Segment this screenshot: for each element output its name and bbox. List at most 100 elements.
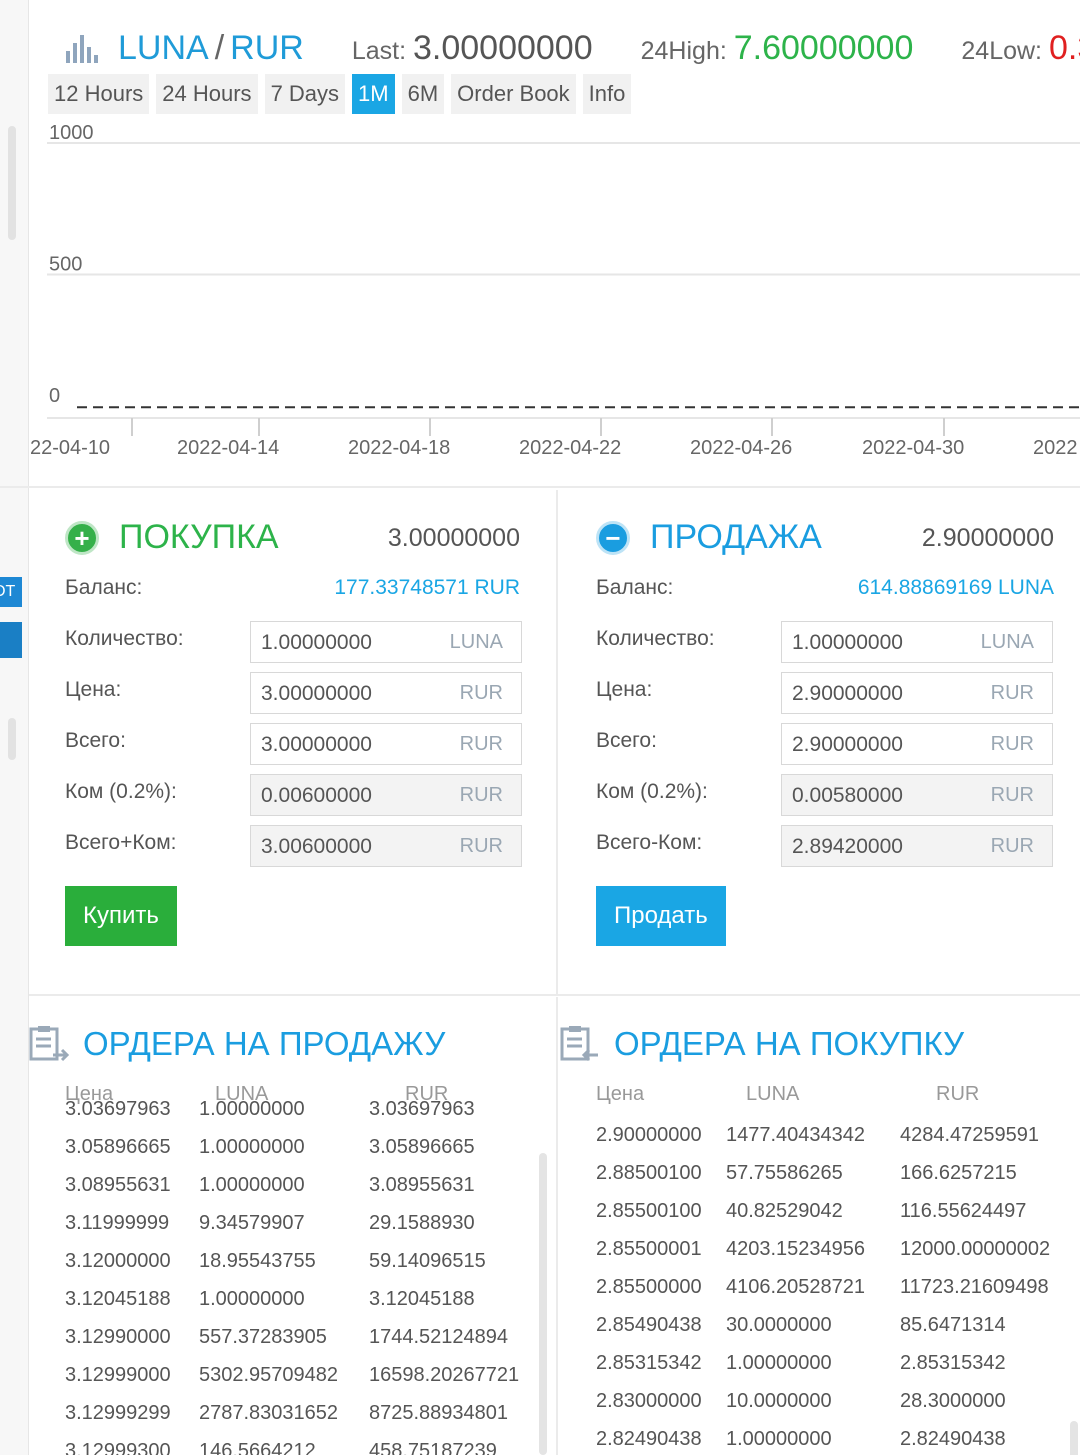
tab-7-days[interactable]: 7 Days — [264, 74, 346, 114]
order-row[interactable]: 3.11999999 9.34579907 29.1588930 — [65, 1205, 545, 1243]
sell-fee-value: 0.00580000 — [792, 784, 903, 807]
order-total: 1744.52124894 — [369, 1326, 509, 1348]
tab-order-book[interactable]: Order Book — [451, 74, 576, 114]
sell-price-unit: RUR — [990, 682, 1034, 704]
last-value: 3.00000000 — [412, 28, 593, 67]
x-tick-label: 2022-04-30 — [862, 437, 964, 459]
order-total: 8725.88934801 — [369, 1402, 509, 1424]
order-row[interactable]: 3.12999000 5302.95709482 16598.20267721 — [65, 1357, 545, 1395]
order-row[interactable]: 3.12990000 557.37283905 1744.52124894 — [65, 1319, 545, 1357]
order-row[interactable]: 2.85490438 30.0000000 85.6471314 — [596, 1307, 1076, 1345]
sell-orders-title-text: ОРДЕРА НА ПРОДАЖУ — [83, 1025, 446, 1062]
buy-fee-row: Ком (0.2%): 0.00600000 RUR — [65, 774, 523, 816]
order-row[interactable]: 3.03697963 1.00000000 3.03697963 — [65, 1091, 545, 1129]
buy-total-input[interactable]: 3.00000000 RUR — [250, 723, 522, 765]
buy-price[interactable]: 3.00000000 — [388, 524, 520, 553]
buy-total-fee-row: Всего+Ком: 3.00600000 RUR — [65, 825, 523, 867]
sell-balance-value[interactable]: 614.88869169 LUNA — [858, 576, 1054, 600]
tab-24-hours[interactable]: 24 Hours — [156, 74, 258, 114]
order-row[interactable]: 2.85500001 4203.15234956 12000.00000002 — [596, 1231, 1076, 1269]
sell-amount-input[interactable]: 1.00000000 LUNA — [781, 621, 1053, 663]
tab-info[interactable]: Info — [582, 74, 632, 114]
buy-orders-title-text: ОРДЕРА НА ПОКУПКУ — [614, 1025, 965, 1062]
sell-total-input[interactable]: 2.90000000 RUR — [781, 723, 1053, 765]
buy-balance-value[interactable]: 177.33748571 RUR — [334, 576, 520, 600]
order-row[interactable]: 3.12999300 146.5664212 458.75187239 — [65, 1433, 545, 1455]
order-row[interactable]: 3.05896665 1.00000000 3.05896665 — [65, 1129, 545, 1167]
sell-amount-value: 1.00000000 — [792, 631, 903, 654]
x-tick-label: 2022-04-22 — [519, 437, 621, 459]
chart-divider — [0, 486, 1080, 488]
low-label: 24Low: — [961, 36, 1043, 65]
order-row[interactable]: 2.82490438 1.00000000 2.82490438 — [596, 1421, 1076, 1455]
sell-total-fee-row: Всего-Ком: 2.89420000 RUR — [596, 825, 1054, 867]
order-row[interactable]: 2.85500100 40.82529042 116.55624497 — [596, 1193, 1076, 1231]
buy-price-input[interactable]: 3.00000000 RUR — [250, 672, 522, 714]
buy-price-unit: RUR — [459, 682, 503, 704]
order-price: 3.12999300 — [65, 1440, 171, 1455]
order-row[interactable]: 2.83000000 10.0000000 28.3000000 — [596, 1383, 1076, 1421]
bids-col-rur: RUR — [936, 1083, 980, 1105]
sell-price-value: 2.90000000 — [792, 682, 903, 705]
pair-base: LUNA — [118, 28, 209, 67]
x-tick-label: 2022 — [1033, 437, 1078, 459]
price-chart-svg: 1000 500 0 22-04-10 2022-04-14 2022-04-18 2022… — [30, 122, 1080, 459]
sell-price[interactable]: 2.90000000 — [922, 524, 1054, 553]
order-total: 28.3000000 — [900, 1390, 1006, 1412]
order-amount: 146.5664212 — [199, 1440, 316, 1455]
order-row[interactable]: 3.08955631 1.00000000 3.08955631 — [65, 1167, 545, 1205]
buy-total-fee-label: Всего+Ком: — [65, 831, 177, 854]
order-total: 16598.20267721 — [369, 1364, 520, 1386]
sell-balance-label: Баланс: — [596, 576, 674, 599]
order-row[interactable]: 3.12999299 2787.83031652 8725.88934801 — [65, 1395, 545, 1433]
order-total: 59.14096515 — [369, 1250, 486, 1272]
order-row[interactable]: 2.85315342 1.00000000 2.85315342 — [596, 1345, 1076, 1383]
order-price: 2.85500000 — [596, 1276, 702, 1298]
order-row[interactable]: 3.12000000 18.95543755 59.14096515 — [65, 1243, 545, 1281]
price-chart[interactable]: 1000 500 0 22-04-10 2022-04-14 2022-04-18 2022… — [29, 118, 1080, 488]
tab-6m[interactable]: 6M — [401, 74, 445, 114]
buy-title-text: ПОКУПКА — [119, 518, 279, 556]
asks-scrollbar[interactable] — [539, 1153, 547, 1455]
left-scrollbar[interactable] — [8, 126, 16, 240]
sell-button[interactable]: Продать — [596, 886, 726, 946]
order-price: 3.12999299 — [65, 1402, 171, 1424]
sell-price-label: Цена: — [596, 678, 653, 701]
buy-orders: ОРДЕРА НА ПОКУПКУ Цена LUNA RUR 2.900000… — [560, 997, 1080, 1455]
order-row[interactable]: 2.88500100 57.75586265 166.6257215 — [596, 1155, 1076, 1193]
order-price: 3.12000000 — [65, 1250, 171, 1272]
sell-price-input[interactable]: 2.90000000 RUR — [781, 672, 1053, 714]
buy-amount-input[interactable]: 1.00000000 LUNA — [250, 621, 522, 663]
buy-amount-unit: LUNA — [449, 631, 503, 653]
buy-total-fee-field: 3.00600000 RUR — [250, 825, 522, 867]
order-price: 2.85500100 — [596, 1200, 702, 1222]
order-price: 3.03697963 — [65, 1098, 171, 1120]
order-price: 2.83000000 — [596, 1390, 702, 1412]
side-tab-dt[interactable]: DT — [0, 577, 22, 607]
left-scrollbar-lower[interactable] — [8, 718, 16, 760]
buy-button[interactable]: Купить — [65, 886, 177, 946]
order-row[interactable]: 3.12045188 1.00000000 3.12045188 — [65, 1281, 545, 1319]
order-row[interactable]: 2.90000000 1477.40434342 4284.47259591 — [596, 1117, 1076, 1155]
market-header: LUNA / RUR Last: 3.00000000 24High: 7.6000… — [66, 26, 1080, 70]
side-tab-button[interactable] — [0, 622, 22, 658]
bids-scrollbar[interactable] — [1070, 1421, 1078, 1455]
minus-circle-icon: − — [596, 520, 630, 555]
pair-quote: RUR — [230, 28, 304, 67]
sell-orders-title: ОРДЕРА НА ПРОДАЖУ — [29, 1025, 445, 1063]
sell-total-fee-value: 2.89420000 — [792, 835, 903, 858]
order-total: 4284.47259591 — [900, 1124, 1040, 1146]
pair-name[interactable]: LUNA / RUR — [118, 29, 304, 68]
buy-fee-value: 0.00600000 — [261, 784, 372, 807]
tab-1m[interactable]: 1M — [352, 74, 395, 114]
order-price: 3.08955631 — [65, 1174, 171, 1196]
order-amount: 30.0000000 — [726, 1314, 832, 1336]
sell-total-fee-field: 2.89420000 RUR — [781, 825, 1053, 867]
tab-12-hours[interactable]: 12 Hours — [48, 74, 150, 114]
bids-col-price: Цена — [596, 1083, 645, 1105]
last-price: Last: 3.00000000 — [352, 29, 593, 68]
order-amount: 4203.15234956 — [726, 1238, 866, 1260]
order-amount: 40.82529042 — [726, 1200, 843, 1222]
order-amount: 9.34579907 — [199, 1212, 305, 1234]
order-row[interactable]: 2.85500000 4106.20528721 11723.21609498 — [596, 1269, 1076, 1307]
